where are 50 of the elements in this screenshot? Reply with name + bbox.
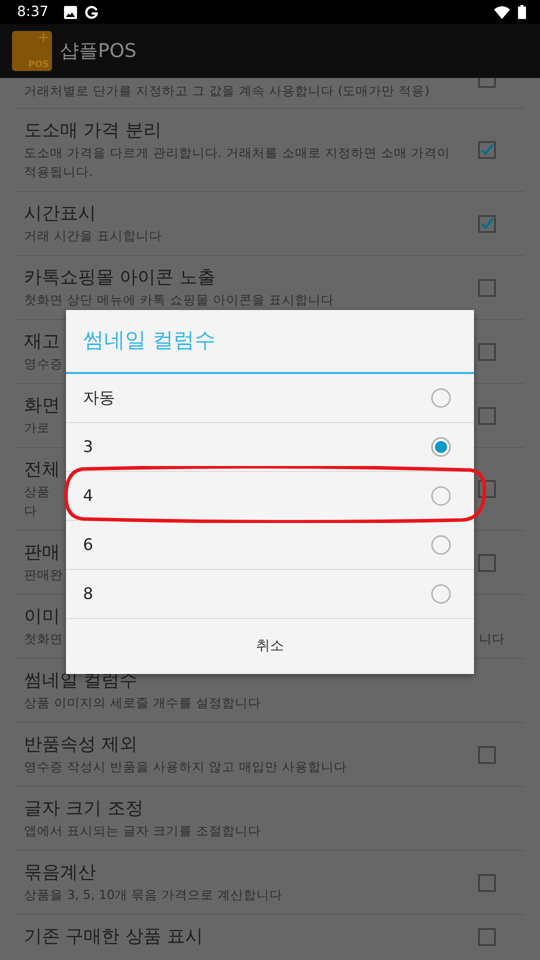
setting-description: 상품 이미지의 세로줄 개수를 설정합니다 — [24, 694, 261, 712]
radio-option[interactable]: 3 — [66, 423, 474, 472]
checkbox[interactable] — [478, 928, 496, 946]
status-time: 8:37 — [17, 2, 48, 22]
setting-description: 도소매 가격을 다르게 관리합니다. 거래처를 소매로 지정하면 소매 가격이 — [24, 144, 450, 162]
setting-description: 가로 — [24, 419, 50, 437]
setting-description: 영수증 — [24, 355, 63, 373]
checkbox[interactable] — [478, 746, 496, 764]
setting-description: 상품 — [24, 483, 50, 501]
setting-description: 앱에서 표시되는 글자 크기를 조절합니다 — [24, 822, 261, 840]
setting-title: 화면 — [24, 394, 60, 418]
radio-option[interactable]: 자동 — [66, 374, 474, 423]
setting-description: 다 — [24, 502, 37, 520]
setting-title: 묶음계산 — [24, 861, 96, 885]
setting-description: 첫화면 상단 메뉴에 카톡 쇼핑몰 아이콘을 표시합니다 — [24, 291, 334, 309]
setting-title: 시간표시 — [24, 202, 96, 226]
setting-title: 이미 — [24, 605, 60, 629]
g-logo-icon — [85, 6, 98, 18]
setting-description: 첫화면 — [24, 630, 63, 648]
radio-option[interactable]: 8 — [66, 570, 474, 619]
setting-description: 적용됩니다. — [24, 163, 93, 181]
checkbox[interactable] — [478, 342, 496, 360]
checkbox[interactable] — [478, 480, 496, 498]
setting-title: 기존 구매한 상품 표시 — [24, 925, 204, 949]
radio-option[interactable]: 6 — [66, 521, 474, 570]
checkbox[interactable] — [478, 141, 496, 159]
checkbox[interactable] — [478, 214, 496, 232]
setting-title: 반품속성 제외 — [24, 733, 138, 757]
image-icon — [64, 6, 78, 18]
battery-icon — [518, 5, 526, 19]
setting-title: 재고 — [24, 330, 60, 354]
setting-description: 거래 시간을 표시합니다 — [24, 227, 162, 245]
app-title: 샵플POS — [60, 38, 136, 64]
dialog-title: 썸네일 컬럼수 — [83, 327, 216, 354]
setting-title: 전체 — [24, 458, 60, 482]
setting-title: 카톡쇼핑몰 아이콘 노출 — [24, 266, 216, 290]
setting-description: 영수증 작성시 반품을 사용하지 않고 매입만 사용합니다 — [24, 758, 347, 776]
checkbox[interactable] — [478, 406, 496, 424]
plus-icon — [39, 33, 48, 42]
wifi-icon — [494, 6, 510, 18]
setting-description: 니다 — [479, 630, 505, 648]
setting-title: 판매 — [24, 541, 60, 565]
setting-title: 도소매 가격 분리 — [24, 119, 162, 143]
checkbox[interactable] — [478, 554, 496, 572]
checkbox[interactable] — [478, 278, 496, 296]
setting-description: 판매완 — [24, 566, 63, 584]
setting-description: 거래처별로 단가를 지정하고 그 값을 계속 사용합니다 (도매가만 적용) — [24, 82, 430, 100]
setting-description: 상품을 3, 5, 10개 묶음 가격으로 계산합니다 — [24, 886, 283, 904]
setting-title: 글자 크기 조정 — [24, 797, 144, 821]
checkbox[interactable] — [478, 874, 496, 892]
